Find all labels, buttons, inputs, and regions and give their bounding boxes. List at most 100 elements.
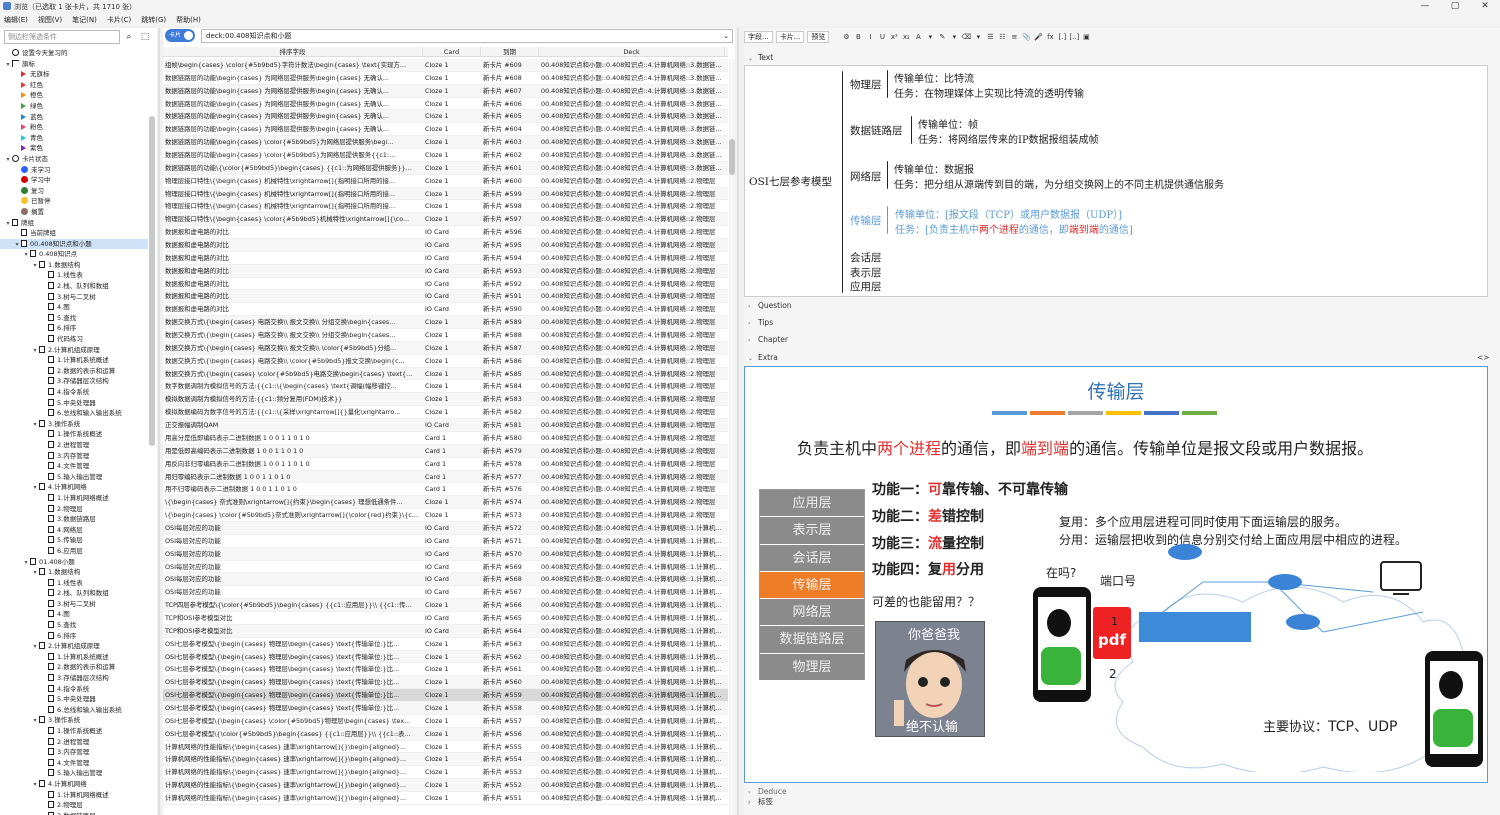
- table-row[interactable]: 正交振幅调制QAM IO Card 新卡片 #581 00.408知识点和小题::0.…: [163, 419, 728, 432]
- table-row[interactable]: OSI七层参考模型\{\begin{cases} 物理层\begin{cases…: [163, 701, 728, 715]
- sidebar-item[interactable]: 3.树与二叉树: [0, 292, 148, 303]
- field-label-text[interactable]: ⌄ Text: [748, 53, 773, 62]
- sidebar-item[interactable]: 3.存储器层次结构: [0, 376, 148, 387]
- format-toolbar-icon[interactable]: ▾: [972, 33, 984, 41]
- select-mode-icon[interactable]: ⬚: [138, 30, 152, 44]
- table-row[interactable]: 物理层接口特性\{\begin{cases} \color{#5b9bd5}机械…: [163, 213, 728, 227]
- table-scrollbar[interactable]: [729, 59, 735, 815]
- splitter[interactable]: [158, 28, 160, 815]
- menu-cards[interactable]: 卡片(C): [107, 15, 131, 25]
- sidebar-item[interactable]: 青色: [0, 133, 148, 144]
- sidebar-item[interactable]: 6.总线和输入输出系统: [0, 408, 148, 419]
- table-row[interactable]: OSI七层参考模型\{\begin{cases} 物理层\begin{cases…: [163, 676, 728, 690]
- table-row[interactable]: 数据交换方式\{\begin{cases} 电路交换\\ \color{#5b9…: [163, 355, 728, 368]
- table-row[interactable]: 物理层接口特性\{\begin{cases} 机械特性\xrightarrow[…: [163, 175, 728, 188]
- sidebar-item[interactable]: 3.数据链路层: [0, 514, 148, 525]
- table-row[interactable]: 数据交换方式\{\begin{cases} 电路交换\\ 报文交换\\ 分组交换…: [163, 329, 728, 342]
- table-row[interactable]: 模拟数据编码为数字信号的方法:{{c1::\{采样\xrightarrow[]{…: [163, 406, 728, 420]
- table-row[interactable]: 计算机网络的性能指标\{\begin{cases} 速率\xrightarrow…: [163, 753, 728, 767]
- col-card[interactable]: Card: [423, 47, 481, 56]
- sidebar-item[interactable]: 6.排序: [0, 323, 148, 334]
- field-label-deduce[interactable]: › Deduce: [748, 787, 787, 796]
- sidebar-item[interactable]: 无旗标: [0, 69, 148, 80]
- sidebar-item[interactable]: 设置今天复习的: [0, 48, 148, 59]
- splitter[interactable]: [737, 28, 739, 815]
- table-row[interactable]: 计算机网络的性能指标\{\begin{cases} 速率\xrightarrow…: [163, 792, 728, 805]
- sidebar-item[interactable]: ▾ 旗标: [0, 59, 148, 70]
- sidebar-item[interactable]: 5.中央处理器: [0, 398, 148, 409]
- sidebar-item[interactable]: 5.输入输出管理: [0, 472, 148, 483]
- sidebar-item[interactable]: ▾ 3.操作系统: [0, 419, 148, 430]
- format-toolbar-icon[interactable]: A: [912, 33, 924, 41]
- sidebar-item[interactable]: ▾ 1.数据结构: [0, 260, 148, 271]
- sidebar-item[interactable]: ▾ 2.计算机组成原理: [0, 641, 148, 652]
- format-toolbar-icon[interactable]: ☷: [996, 33, 1008, 41]
- table-row[interactable]: OSI七层参考模型\{\begin{cases} 物理层\begin{cases…: [163, 650, 728, 664]
- sidebar-item[interactable]: ▾ 1.数据结构: [0, 567, 148, 578]
- table-row[interactable]: \{\begin{cases} \color{#5b9bd5}奈式准则\xrig…: [163, 509, 728, 522]
- fields-button[interactable]: 字段...: [744, 31, 773, 43]
- chevron-down-icon[interactable]: ▾: [31, 716, 39, 726]
- sidebar-item[interactable]: 搁置: [0, 207, 148, 218]
- sidebar-item[interactable]: 1.线性表: [0, 578, 148, 589]
- field-label-tips[interactable]: › Tips: [748, 318, 773, 327]
- table-row[interactable]: 数据报和虚电路的对比 IO Card 新卡片 #590 00.408知识点和小题::0…: [163, 303, 728, 317]
- chevron-down-icon[interactable]: ▾: [4, 60, 12, 70]
- sidebar-item[interactable]: 1.计算机网络概述: [0, 790, 148, 801]
- table-row[interactable]: 数据报和虚电路的对比 IO Card 新卡片 #595 00.408知识点和小题::0…: [163, 239, 728, 252]
- sidebar-item[interactable]: 4.指令系统: [0, 387, 148, 398]
- chevron-down-icon[interactable]: ▾: [31, 642, 39, 652]
- chevron-down-icon[interactable]: ▾: [31, 780, 39, 790]
- chevron-down-icon[interactable]: ▾: [31, 420, 39, 430]
- sidebar-item[interactable]: 6.总线和输入输出系统: [0, 705, 148, 716]
- table-row[interactable]: TCP和OSI参考模型对比 IO Card 新卡片 #565 00.408知识点和小题…: [163, 612, 728, 625]
- close-button[interactable]: ✕: [1470, 0, 1500, 13]
- sidebar-item[interactable]: 3.数据链路层: [0, 811, 148, 815]
- table-row[interactable]: 数据交换方式\{\begin{cases} \color{#5b9bd5}电路交…: [163, 367, 728, 381]
- table-row[interactable]: 数据链路层的功能\begin{cases} 为网络层提供服务\begin{cas…: [163, 84, 728, 98]
- table-row[interactable]: OSI每层対应的功能 IO Card 新卡片 #567 00.408知识点和小题::0…: [163, 586, 728, 600]
- table-row[interactable]: 模拟数据调制为模拟信号的方法:{{c1::频分复用(FDM)技术}} Cloze …: [163, 393, 728, 407]
- table-row[interactable]: 数字数据调制为模拟信号的方法:{{c1::\{\begin{cases} \te…: [163, 380, 728, 394]
- chevron-down-icon[interactable]: ▾: [31, 346, 39, 356]
- sidebar-item[interactable]: 2.数据的表示和运算: [0, 662, 148, 673]
- sidebar-item[interactable]: 1.线性表: [0, 270, 148, 281]
- format-toolbar-icon[interactable]: ☰: [984, 33, 996, 41]
- field-label-chapter[interactable]: › Chapter: [748, 335, 788, 344]
- table-row[interactable]: \{\begin{cases} 奈式准则\xrightarrow[]{约束}\b…: [163, 496, 728, 510]
- sidebar-item[interactable]: 2.栈、队列和数组: [0, 281, 148, 292]
- minimize-button[interactable]: —: [1410, 0, 1440, 13]
- browser-search-input[interactable]: deck:00.408知识点和小题 ⌄: [201, 29, 733, 43]
- sidebar-item[interactable]: ▾ 4.计算机网络: [0, 779, 148, 790]
- sidebar-item[interactable]: 1.操作系统概述: [0, 726, 148, 737]
- chevron-down-icon[interactable]: ▾: [22, 558, 30, 568]
- format-toolbar-icon[interactable]: [.]: [1056, 33, 1068, 41]
- tags-label[interactable]: › 标签: [748, 796, 773, 807]
- sidebar-item[interactable]: 2.物理层: [0, 800, 148, 811]
- table-row[interactable]: 计算机网络的性能指标\{\begin{cases} 速率\xrightarrow…: [163, 779, 728, 792]
- table-row[interactable]: 数据链路层的功能\begin{cases} 为网络层提供服务\begin{cas…: [163, 123, 728, 137]
- format-toolbar-icon[interactable]: ▾: [948, 33, 960, 41]
- sidebar-item[interactable]: 2.进程管理: [0, 440, 148, 451]
- sidebar-item[interactable]: 6.排序: [0, 631, 148, 642]
- table-row[interactable]: 物理层接口特性\{\begin{cases} 机械特性\xrightarrow[…: [163, 187, 728, 201]
- table-row[interactable]: 数据报和虚电路的对比 IO Card 新卡片 #593 00.408知识点和小题::0…: [163, 264, 728, 278]
- table-row[interactable]: OSI每层対应的功能 IO Card 新卡片 #569 00.408知识点和小题::0…: [163, 561, 728, 574]
- sidebar-item[interactable]: 5.中央处理器: [0, 694, 148, 705]
- col-sort-field[interactable]: 排序字段: [163, 47, 423, 56]
- sidebar-item[interactable]: 已暂停: [0, 196, 148, 207]
- sidebar-item[interactable]: ▾ 2.计算机组成原理: [0, 345, 148, 356]
- cards-button[interactable]: 卡片...: [775, 31, 805, 43]
- sidebar-item[interactable]: 3.存储器层次结构: [0, 673, 148, 684]
- chevron-down-icon[interactable]: ▾: [31, 568, 39, 578]
- sidebar-item[interactable]: ▾ 0.408知识点: [0, 249, 148, 260]
- menu-edit[interactable]: 编辑(E): [4, 15, 28, 25]
- sidebar-item[interactable]: 1.操作系统概述: [0, 429, 148, 440]
- table-row[interactable]: 数据报和虚电路的对比 IO Card 新卡片 #594 00.408知识点和小题::0…: [163, 252, 728, 265]
- table-row[interactable]: 组帧\begin{cases} \color{#5b9bd5}字符计数法\beg…: [163, 59, 728, 72]
- table-row[interactable]: 物理层接口特性\{\begin{cases} 机械特性\xrightarrow[…: [163, 200, 728, 214]
- sidebar-item[interactable]: 2.数据的表示和运算: [0, 366, 148, 377]
- table-row[interactable]: OSI每层対应的功能 IO Card 新卡片 #568 00.408知识点和小题::0…: [163, 573, 728, 587]
- sidebar-search-input[interactable]: 侧边栏筛选条件: [4, 30, 120, 44]
- table-row[interactable]: TCP和OSI参考模型对比 IO Card 新卡片 #564 00.408知识点和小题…: [163, 624, 728, 638]
